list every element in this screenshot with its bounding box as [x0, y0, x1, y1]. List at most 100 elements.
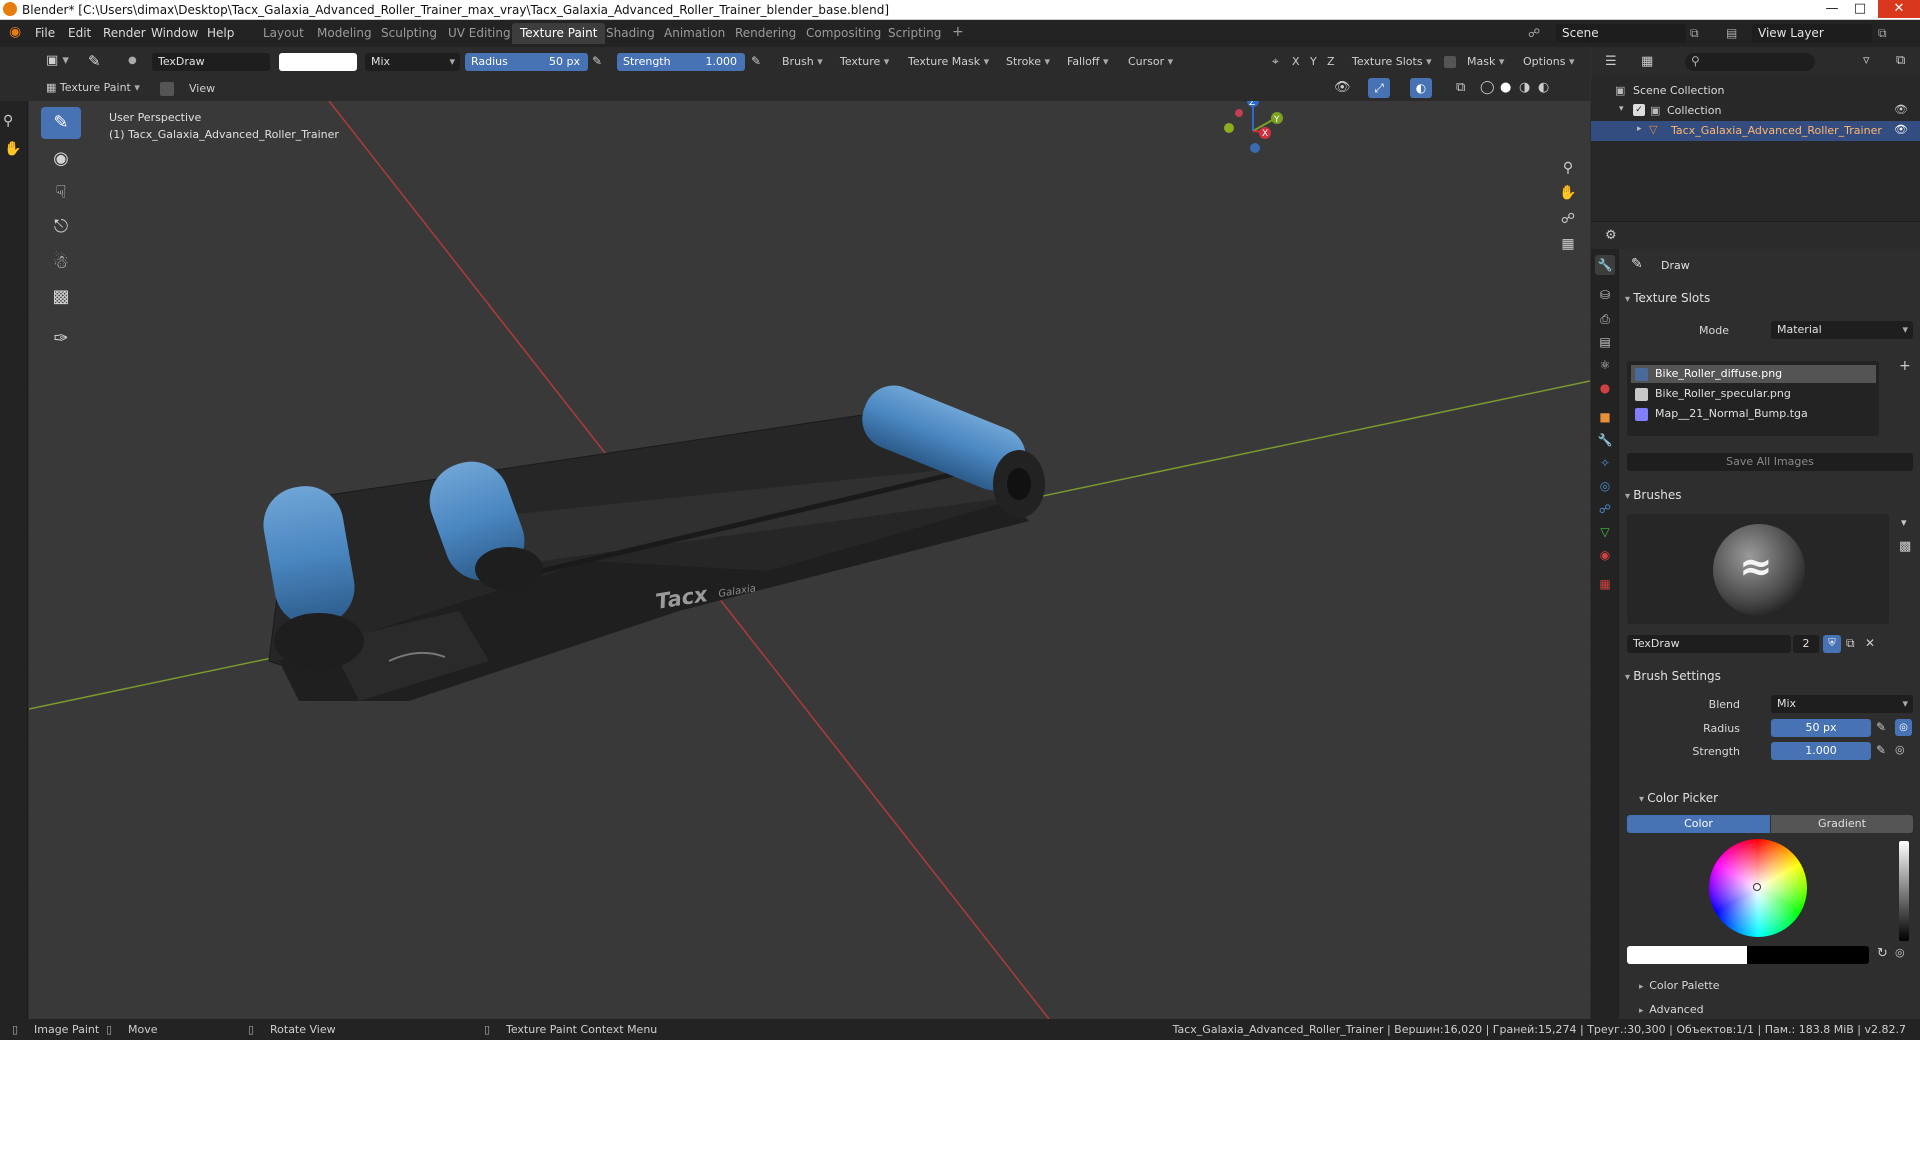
draw-tool-icon[interactable]: ✎ — [41, 107, 81, 139]
smear-tool-icon[interactable]: ☟ — [41, 177, 81, 209]
settings-radius-slider[interactable]: 50 px — [1771, 719, 1871, 737]
collection-expand-icon[interactable]: ▾ — [1619, 104, 1624, 114]
physics-tab-icon[interactable]: ◎ — [1595, 476, 1615, 496]
tab-shading[interactable]: Shading — [598, 23, 663, 44]
close-button[interactable]: ✕ — [1878, 0, 1920, 18]
clone-tool-icon[interactable]: ⎋ — [41, 211, 81, 243]
brush-name-field[interactable]: TexDraw — [152, 53, 270, 71]
tab-modeling[interactable]: Modeling — [309, 23, 380, 44]
symmetry-z-toggle[interactable]: Z — [1327, 55, 1335, 68]
symmetry-y-toggle[interactable]: Y — [1310, 55, 1317, 68]
color-picker-panel-header[interactable]: Color Picker — [1639, 791, 1718, 805]
tab-layout[interactable]: Layout — [255, 23, 312, 44]
tab-animation[interactable]: Animation — [656, 23, 733, 44]
zoom-view-icon[interactable]: ⚲ — [1556, 156, 1580, 180]
brush-preview-area[interactable]: ≈ — [1627, 514, 1889, 624]
swap-colors-icon[interactable]: ↻ — [1877, 946, 1888, 961]
fill-tool-icon[interactable]: ☃ — [41, 247, 81, 279]
overlay-toggle-icon[interactable]: ◐ — [1410, 78, 1432, 98]
add-workspace-button[interactable]: + — [944, 23, 972, 44]
settings-strength-unified-icon[interactable]: ◎ — [1895, 743, 1905, 756]
collection-checkbox[interactable]: ✓ — [1633, 104, 1645, 116]
menu-file[interactable]: File — [35, 26, 55, 40]
outliner-row-scene-collection[interactable]: ▣ Scene Collection — [1591, 81, 1920, 101]
blend-dropdown[interactable]: Mix ▾ — [365, 53, 460, 71]
blender-menu-icon[interactable]: ◉ — [9, 24, 21, 40]
scene-tab-icon[interactable]: ⚛ — [1595, 355, 1615, 375]
gizmo-neg-z[interactable] — [1250, 143, 1260, 153]
stroke-menu[interactable]: Stroke — [1006, 55, 1050, 68]
brushes-panel-header[interactable]: Brushes — [1625, 488, 1681, 502]
particles-tab-icon[interactable]: ✧ — [1595, 453, 1615, 473]
new-collection-icon[interactable]: ⧉ — [1896, 53, 1905, 68]
view-layer-icon[interactable]: ▤ — [1726, 26, 1737, 40]
texture-menu[interactable]: Texture — [840, 55, 889, 68]
gizmo-neg-y[interactable] — [1224, 123, 1234, 133]
color-wheel[interactable] — [1709, 839, 1807, 937]
texture-slot-item[interactable]: Map__21_Normal_Bump.tga — [1631, 405, 1876, 423]
modifier-tab-icon[interactable]: 🔧 — [1595, 430, 1615, 450]
settings-radius-pressure-icon[interactable]: ✎ — [1876, 720, 1886, 734]
world-tab-icon[interactable]: ● — [1595, 378, 1615, 398]
scene-name-field[interactable]: Scene — [1556, 24, 1686, 43]
scene-selector-icon[interactable]: ☍ — [1528, 26, 1540, 40]
view-layer-tab-icon[interactable]: ▤ — [1595, 332, 1615, 352]
xray-icon[interactable]: ⧉ — [1456, 80, 1465, 95]
radius-slider[interactable]: Radius 50 px — [465, 53, 588, 71]
minimize-button[interactable]: — — [1818, 0, 1846, 18]
duplicate-brush-icon[interactable]: ⧉ — [1846, 636, 1855, 651]
texture-slots-panel-header[interactable]: Texture Slots — [1625, 291, 1710, 305]
object-tab-icon[interactable]: ■ — [1595, 407, 1615, 427]
mode-dropdown[interactable]: ▦ Texture Paint — [46, 81, 140, 94]
annotate-tool-icon[interactable]: ✑ — [41, 323, 81, 355]
view-menu[interactable]: View — [189, 82, 215, 95]
texture-slots-menu[interactable]: Texture Slots — [1352, 55, 1432, 68]
hand-icon[interactable]: ✋ — [4, 141, 21, 157]
settings-radius-unified-icon[interactable]: ◎ — [1895, 719, 1912, 736]
options-menu[interactable]: Options — [1523, 55, 1574, 68]
settings-strength-slider[interactable]: 1.000 — [1771, 742, 1871, 760]
menu-render[interactable]: Render — [103, 26, 146, 40]
object-expand-icon[interactable]: ▸ — [1637, 124, 1642, 134]
slot-mode-dropdown[interactable]: Material ▾ — [1771, 321, 1913, 339]
zoom-icon[interactable]: ⚲ — [3, 113, 13, 129]
pan-view-icon[interactable]: ✋ — [1556, 181, 1580, 205]
tab-sculpting[interactable]: Sculpting — [373, 23, 445, 44]
paint-mask-toggle[interactable] — [160, 82, 174, 96]
navigation-gizmo[interactable]: Z Y X — [1224, 101, 1283, 153]
view-layer-field[interactable]: View Layer — [1752, 24, 1872, 43]
texture-slot-item[interactable]: Bike_Roller_diffuse.png — [1631, 365, 1876, 383]
outliner-row-collection[interactable]: ▾ ✓ ▣ Collection 👁 — [1591, 101, 1920, 121]
texture-slot-item[interactable]: Bike_Roller_specular.png — [1631, 385, 1876, 403]
brush-image-icon[interactable]: ▩ — [1899, 539, 1911, 554]
menu-window[interactable]: Window — [151, 26, 198, 40]
fake-user-shield-icon[interactable]: ⛨ — [1823, 635, 1841, 653]
editor-type-dropdown[interactable]: ▣ — [46, 53, 69, 68]
solid-shading-icon[interactable]: ● — [1500, 80, 1511, 95]
color-mode-tab[interactable]: Color — [1627, 815, 1770, 833]
scene-new-icon[interactable]: ⧉ — [1690, 26, 1699, 41]
gizmo-neg-x[interactable] — [1235, 109, 1243, 117]
material-tab-icon[interactable]: ◉ — [1595, 545, 1615, 565]
primary-color-swatch[interactable] — [1627, 946, 1747, 964]
tab-compositing[interactable]: Compositing — [798, 23, 889, 44]
visibility-icon[interactable]: 👁 — [1334, 80, 1351, 95]
tab-texture-paint[interactable]: Texture Paint — [512, 23, 606, 44]
menu-edit[interactable]: Edit — [68, 26, 91, 40]
texture-tab-icon[interactable]: ▦ — [1595, 574, 1615, 594]
filter-icon[interactable]: ▿ — [1863, 53, 1870, 68]
brush-settings-panel-header[interactable]: Brush Settings — [1625, 669, 1721, 683]
falloff-menu[interactable]: Falloff — [1067, 55, 1109, 68]
brush-datablock-name[interactable]: TexDraw — [1627, 635, 1791, 653]
outliner-editor-type-icon[interactable]: ☰ — [1605, 54, 1617, 69]
strength-pressure-icon[interactable]: ✎ — [751, 54, 761, 68]
save-all-images-button[interactable]: Save All Images — [1627, 453, 1913, 471]
value-slider[interactable] — [1899, 841, 1909, 941]
collection-visibility-icon[interactable]: 👁 — [1894, 103, 1908, 116]
brush-menu[interactable]: Brush — [782, 55, 823, 68]
display-mode-icon[interactable]: ▦ — [1641, 54, 1653, 69]
mask-tool-icon[interactable]: ▩ — [41, 281, 81, 313]
tab-rendering[interactable]: Rendering — [727, 23, 804, 44]
add-slot-button[interactable]: + — [1899, 358, 1911, 374]
secondary-color-swatch[interactable] — [1747, 946, 1869, 964]
